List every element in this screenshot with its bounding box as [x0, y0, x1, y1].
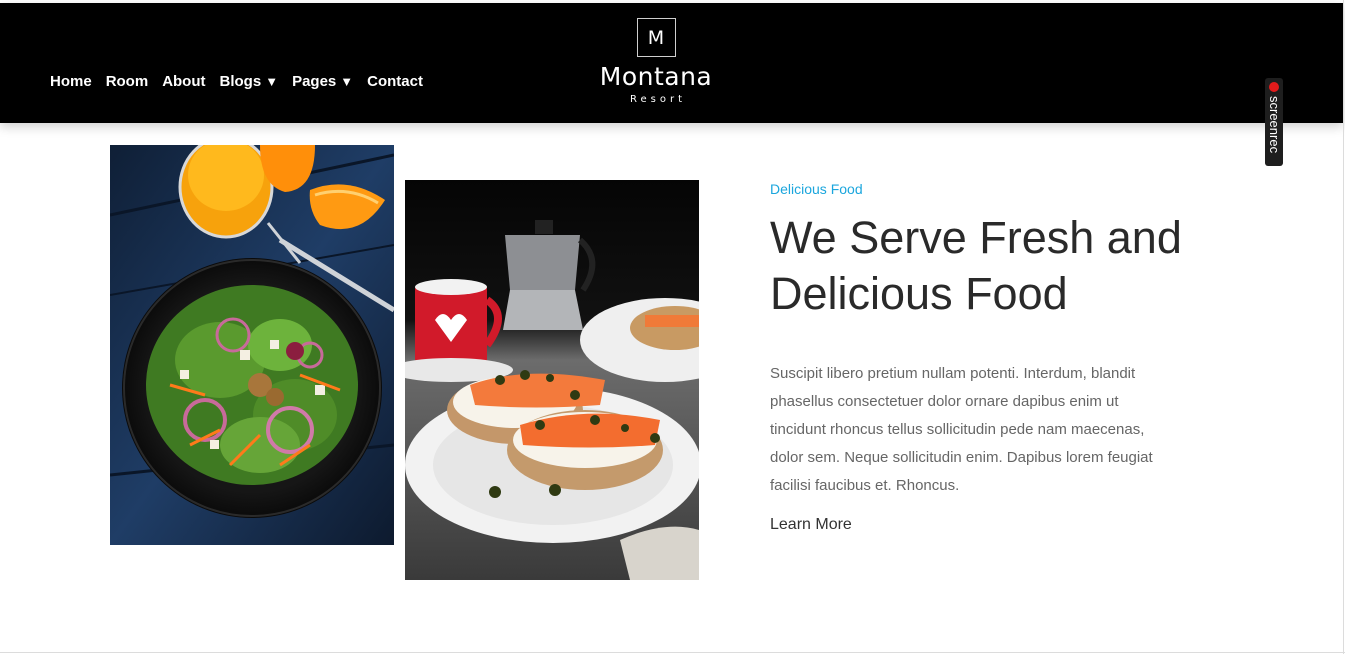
caret-down-icon: ▼ — [265, 74, 279, 89]
screenrec-label: screenrec — [1267, 96, 1282, 154]
nav-item-about[interactable]: About — [162, 73, 205, 90]
right-edge-divider — [1343, 0, 1344, 654]
section-tagline: Delicious Food — [770, 181, 863, 197]
salad-illustration — [110, 145, 394, 545]
screenrec-badge[interactable]: screenrec — [1265, 78, 1283, 166]
salmon-toast-photo — [405, 180, 699, 580]
site-logo[interactable]: M Montana Resort — [556, 18, 756, 105]
salmon-toast-illustration — [405, 180, 699, 580]
nav-label: Pages — [292, 73, 337, 90]
nav-item-contact[interactable]: Contact — [367, 73, 423, 90]
nav-label: Contact — [367, 73, 423, 90]
learn-more-link[interactable]: Learn More — [770, 516, 852, 534]
section-description: Suscipit libero pretium nullam potenti. … — [770, 365, 1153, 494]
nav-label: Blogs — [219, 73, 262, 90]
nav-item-pages[interactable]: Pages ▼ — [292, 73, 353, 90]
nav-label: Room — [105, 73, 149, 90]
bottom-edge-divider — [0, 652, 1345, 653]
logo-subtitle: Resort — [629, 94, 686, 105]
site-header: Home Room About Blogs ▼ Pages ▼ Contact M … — [0, 3, 1343, 123]
record-icon — [1269, 82, 1279, 92]
main-nav: Home Room About Blogs ▼ Pages ▼ Contact — [50, 73, 437, 90]
section-title: We Serve Fresh and Delicious Food — [770, 210, 1240, 322]
nav-item-home[interactable]: Home — [50, 73, 92, 90]
caret-down-icon: ▼ — [340, 74, 354, 89]
nav-label: Home — [50, 73, 92, 90]
logo-monogram: M — [636, 18, 676, 57]
title-line-2: Delicious Food — [770, 268, 1068, 319]
salad-photo — [110, 145, 394, 545]
nav-item-blogs[interactable]: Blogs ▼ — [220, 73, 279, 90]
title-line-1: We Serve Fresh and — [770, 212, 1182, 263]
nav-label: About — [162, 73, 206, 90]
page: Home Room About Blogs ▼ Pages ▼ Contact M … — [0, 0, 1345, 654]
logo-name: Montana — [599, 62, 713, 91]
nav-item-room[interactable]: Room — [106, 73, 149, 90]
